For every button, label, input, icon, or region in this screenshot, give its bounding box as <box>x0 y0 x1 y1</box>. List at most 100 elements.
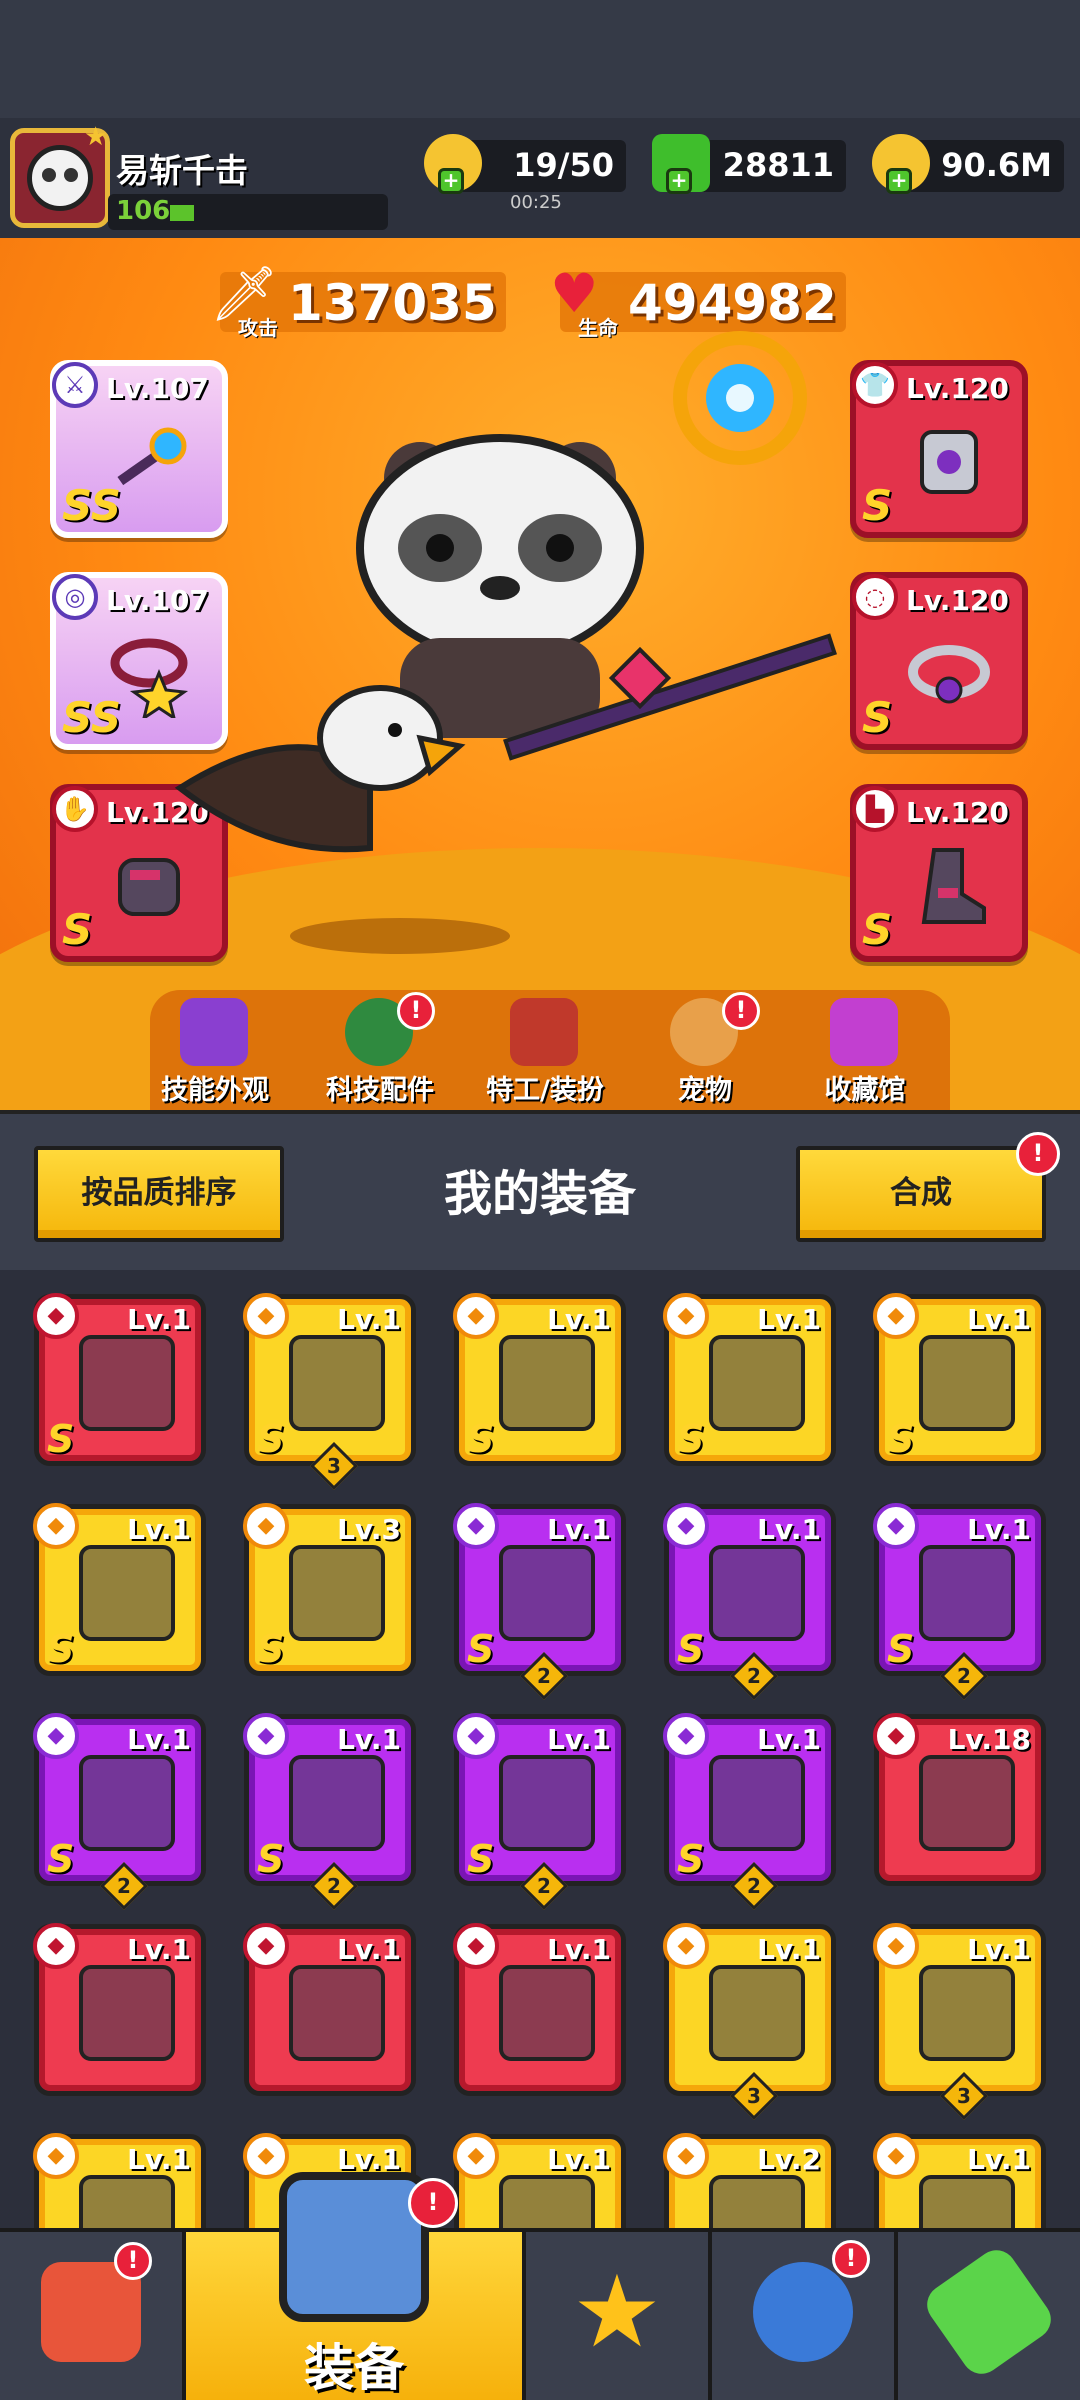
inventory-item[interactable]: ◆ Lv.1 S <box>453 1293 626 1466</box>
item-count: 2 <box>537 1874 551 1898</box>
stamina-timer: 00:25 <box>510 192 562 213</box>
feature-label: 收藏馆 <box>824 1075 906 1106</box>
item-type-icon: ◆ <box>663 1293 709 1339</box>
feature-skill-skin[interactable]: 技能外观 <box>140 998 290 1110</box>
item-type-icon: ◆ <box>33 1503 79 1549</box>
item-count: 2 <box>117 1874 131 1898</box>
item-art-icon <box>919 2175 1015 2228</box>
bottom-nav: ! ! 装备 ★ ! <box>0 2172 1080 2400</box>
merge-button[interactable]: 合成 <box>796 1146 1046 1242</box>
item-art-icon <box>79 2175 175 2228</box>
inventory-item[interactable]: ◆ Lv.1 S 2 <box>453 1713 626 1911</box>
nav-shop[interactable]: ! <box>0 2232 186 2400</box>
feature-label: 技能外观 <box>161 1075 269 1106</box>
inventory-item[interactable]: ◆ Lv.1 S 2 <box>453 1503 626 1701</box>
nav-world[interactable]: ! <box>712 2232 898 2400</box>
item-grade: S <box>467 1627 495 1671</box>
inventory-item[interactable]: ◆ Lv.1 <box>243 1923 416 2096</box>
item-type-icon: ◆ <box>243 1713 289 1759</box>
inventory-item[interactable]: ◆ Lv.1 S 2 <box>873 1503 1046 1701</box>
inventory-item[interactable]: ◆ Lv.18 <box>873 1713 1046 1886</box>
battle-star-icon: ★ <box>572 2253 662 2370</box>
inventory-item[interactable]: ◆ Lv.1 S 3 <box>243 1293 416 1491</box>
stamina-resource[interactable]: + 19/50 00:25 <box>424 134 626 213</box>
item-art-icon <box>499 1965 595 2061</box>
item-grade: S <box>257 1417 285 1461</box>
alert-badge-icon: ! <box>832 2240 870 2278</box>
equipped-boots-slot[interactable]: ▙ Lv.120 S <box>850 784 1028 962</box>
nav-equipment[interactable]: ! 装备 <box>186 2172 526 2400</box>
slot-grade: SS <box>62 481 122 530</box>
inventory-item[interactable]: ◆ Lv.1 <box>33 2133 206 2228</box>
item-art-icon <box>289 1755 385 1851</box>
agent-icon <box>510 998 578 1066</box>
inventory-item[interactable]: ◆ Lv.1 3 <box>873 1923 1046 2121</box>
top-resource-bar: ★ 易斩千击 106 + 19/50 00:25 + 28811 + 90.6M <box>0 118 1080 238</box>
armor-icon <box>920 430 978 494</box>
equipped-belt-slot[interactable]: ◌ Lv.120 S <box>850 572 1028 750</box>
item-type-icon: ◆ <box>873 1713 919 1759</box>
status-bar <box>0 0 1080 118</box>
alert-badge-icon: ! <box>114 2242 152 2280</box>
item-type-icon: ◆ <box>873 1923 919 1969</box>
inventory-grid: ◆ Lv.1 S ◆ Lv.1 S 3 ◆ Lv.1 S ◆ Lv.1 S ◆ Lv.1 S ◆ Lv.1 S ◆ Lv… <box>0 1270 1080 2228</box>
item-type-icon: ◆ <box>453 1923 499 1969</box>
coins-resource[interactable]: + 90.6M <box>872 134 1064 194</box>
alert-badge-icon: ! <box>408 2178 458 2228</box>
gems-value: 28811 <box>722 146 834 184</box>
inventory-item[interactable]: ◆ Lv.1 <box>453 2133 626 2228</box>
inventory-item[interactable]: ◆ Lv.1 S 2 <box>663 1713 836 1911</box>
item-type-icon: ◆ <box>243 1503 289 1549</box>
feature-collection[interactable]: 收藏馆 <box>790 998 940 1110</box>
item-art-icon <box>499 1755 595 1851</box>
item-level: Lv.1 <box>757 1933 821 1966</box>
inventory-item[interactable]: ◆ Lv.1 <box>453 1923 626 2096</box>
inventory-item[interactable]: ◆ Lv.1 S <box>663 1293 836 1466</box>
slot-grade: S <box>862 481 893 530</box>
item-art-icon <box>709 2175 805 2228</box>
merge-alert-badge-icon: ! <box>1016 1132 1060 1176</box>
feature-agent[interactable]: 特工/装扮 <box>470 998 620 1110</box>
item-type-icon: ◆ <box>243 1923 289 1969</box>
item-grade: S <box>677 1837 705 1881</box>
inventory-item[interactable]: ◆ Lv.1 S 2 <box>663 1503 836 1701</box>
item-count-badge: 2 <box>99 1861 149 1911</box>
nav-battle[interactable]: ★ <box>526 2232 712 2400</box>
inventory-item[interactable]: ◆ Lv.3 S <box>243 1503 416 1676</box>
item-count: 2 <box>327 1874 341 1898</box>
item-level: Lv.1 <box>127 1303 191 1336</box>
gene-icon <box>919 2242 1059 2382</box>
stamina-value: 19/50 <box>513 146 614 184</box>
feature-tech-part[interactable]: ! 科技配件 <box>305 992 455 1110</box>
inventory-item[interactable]: ◆ Lv.2 <box>663 2133 836 2228</box>
item-art-icon <box>79 1965 175 2061</box>
add-gems-button[interactable]: + <box>666 168 692 194</box>
add-coins-button[interactable]: + <box>886 168 912 194</box>
inventory-item[interactable]: ◆ Lv.1 S 2 <box>33 1713 206 1911</box>
inventory-item[interactable]: ◆ Lv.1 S 2 <box>243 1713 416 1911</box>
item-art-icon <box>919 1965 1015 2061</box>
item-art-icon <box>709 1335 805 1431</box>
inventory-item[interactable]: ◆ Lv.1 <box>33 1923 206 2096</box>
equipped-weapon-slot[interactable]: ⚔ Lv.107 SS <box>50 360 228 538</box>
inventory-item[interactable]: ◆ Lv.1 3 <box>663 1923 836 2121</box>
gems-resource[interactable]: + 28811 <box>652 134 846 194</box>
alert-badge-icon: ! <box>397 992 435 1030</box>
inventory-item[interactable]: ◆ Lv.1 S <box>33 1503 206 1676</box>
inventory-item[interactable]: ◆ Lv.1 <box>873 2133 1046 2228</box>
item-level: Lv.1 <box>127 1513 191 1546</box>
attack-value: 137035 <box>288 274 497 332</box>
add-stamina-button[interactable]: + <box>438 168 464 194</box>
item-count-badge: 2 <box>729 1651 779 1701</box>
magic-staff-icon <box>503 633 837 761</box>
item-count-badge: 3 <box>729 2071 779 2121</box>
boot-icon <box>921 848 986 924</box>
nav-gene[interactable] <box>898 2232 1080 2400</box>
feature-pet[interactable]: ! 宠物 <box>630 992 780 1110</box>
equipped-armor-slot[interactable]: 👕 Lv.120 S <box>850 360 1028 538</box>
feature-label: 特工/装扮 <box>486 1075 604 1106</box>
inventory-item[interactable]: ◆ Lv.1 S <box>33 1293 206 1466</box>
item-count-badge: 3 <box>939 2071 989 2121</box>
inventory-item[interactable]: ◆ Lv.1 S <box>873 1293 1046 1466</box>
item-grade: S <box>887 1627 915 1671</box>
